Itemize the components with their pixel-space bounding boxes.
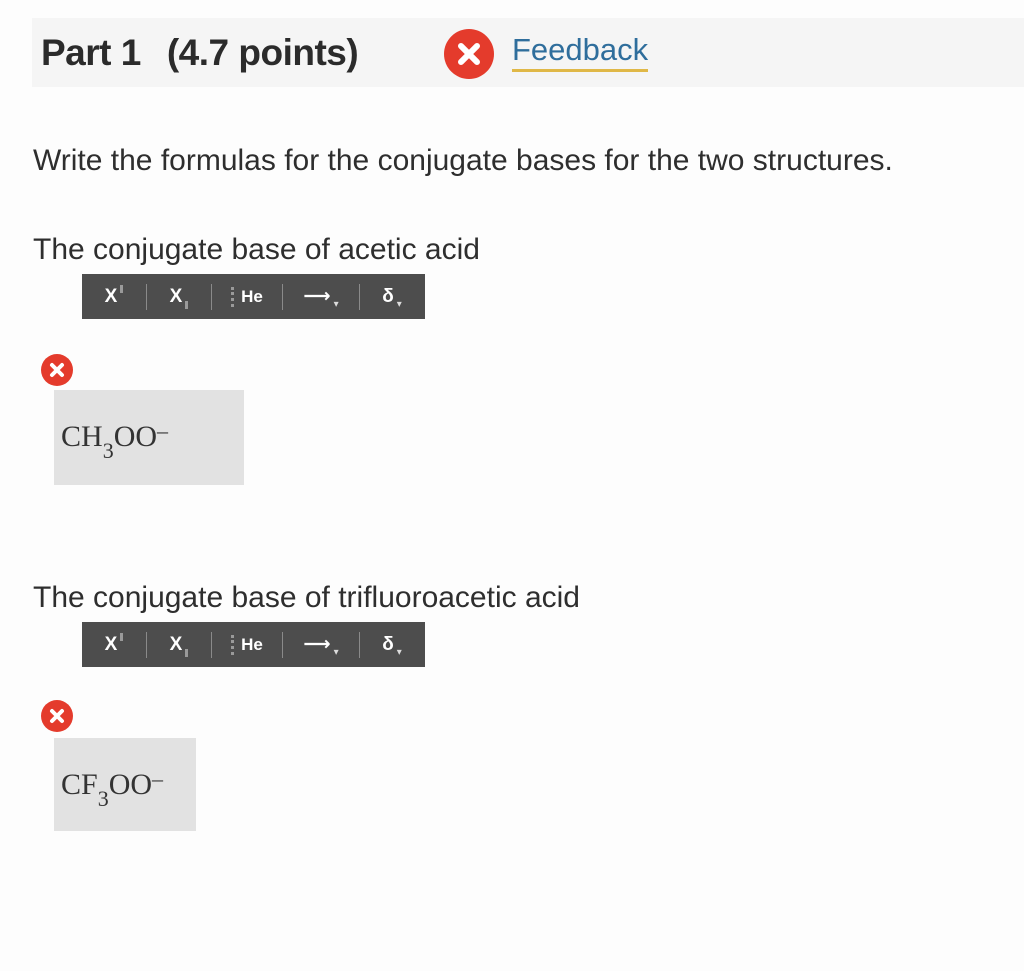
- chevron-down-icon: ▾: [396, 299, 402, 310]
- delta-icon: δ: [382, 633, 394, 655]
- part-header: Part 1 (4.7 points) Feedback: [32, 18, 1024, 87]
- superscript-button[interactable]: X: [82, 622, 146, 667]
- chevron-down-icon: ▾: [333, 299, 339, 310]
- element-button[interactable]: He: [212, 274, 282, 319]
- question-label-trifluoroacetic: The conjugate base of trifluoroacetic ac…: [33, 581, 580, 614]
- feedback-link[interactable]: Feedback: [512, 32, 649, 72]
- superscript-button[interactable]: X: [82, 274, 146, 319]
- formula-toolbar: X X He ⟶ ▾ δ ▾: [82, 274, 425, 319]
- error-x-icon: [41, 700, 73, 732]
- chevron-down-icon: ▾: [333, 647, 339, 658]
- answer-formula: CF3OO–: [61, 766, 164, 811]
- answer-field-acetic[interactable]: CH3OO–: [54, 390, 244, 485]
- error-x-icon: [444, 29, 494, 79]
- instructions-text: Write the formulas for the conjugate bas…: [33, 144, 893, 177]
- delta-menu-button[interactable]: δ ▾: [360, 622, 424, 667]
- chevron-down-icon: ▾: [396, 647, 402, 658]
- arrow-menu-button[interactable]: ⟶ ▾: [283, 622, 359, 667]
- part-points: (4.7 points): [166, 32, 359, 73]
- error-x-icon: [41, 354, 73, 386]
- question-label-acetic: The conjugate base of acetic acid: [33, 233, 480, 266]
- delta-icon: δ: [382, 285, 394, 307]
- subscript-button[interactable]: X: [147, 274, 211, 319]
- answer-field-trifluoroacetic[interactable]: CF3OO–: [54, 738, 196, 831]
- answer-formula: CH3OO–: [61, 418, 169, 463]
- arrow-menu-button[interactable]: ⟶ ▾: [283, 274, 359, 319]
- part-label: Part 1: [41, 32, 141, 73]
- delta-menu-button[interactable]: δ ▾: [360, 274, 424, 319]
- part-title: Part 1 (4.7 points): [41, 32, 359, 74]
- element-button[interactable]: He: [212, 622, 282, 667]
- subscript-button[interactable]: X: [147, 622, 211, 667]
- arrow-icon: ⟶: [303, 286, 331, 307]
- arrow-icon: ⟶: [303, 634, 331, 655]
- formula-toolbar: X X He ⟶ ▾ δ ▾: [82, 622, 425, 667]
